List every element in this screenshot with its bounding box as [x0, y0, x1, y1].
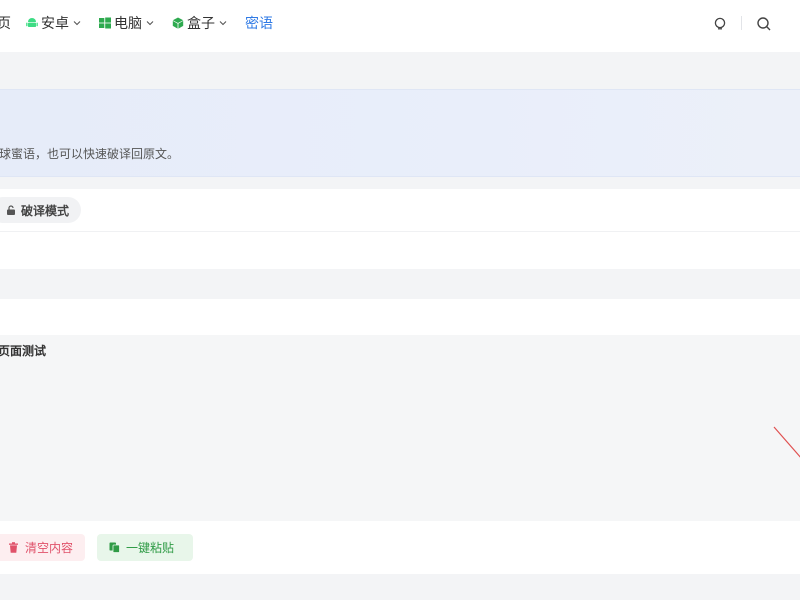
message-textarea[interactable]: 页面测试	[0, 335, 800, 521]
cube-icon	[172, 17, 184, 29]
divider	[0, 231, 800, 232]
clear-content-button[interactable]: 清空内容	[0, 534, 86, 561]
nav-android-label: 安卓	[41, 16, 69, 32]
android-icon	[26, 18, 38, 27]
paste-label: 一键粘贴	[126, 541, 175, 555]
intro-banner: 球蜜语，也可以快速破译回原文。	[0, 89, 800, 177]
paste-icon	[109, 542, 120, 553]
nav-pc-label: 电脑	[114, 16, 142, 32]
chevron-down-icon	[219, 21, 227, 26]
search-icon[interactable]	[756, 16, 772, 32]
nav-secret[interactable]: 密语	[245, 0, 273, 46]
banner-description: 球蜜语，也可以快速破译回原文。	[0, 147, 180, 161]
decode-mode-button[interactable]: 破译模式	[0, 197, 82, 223]
unlock-icon	[7, 205, 15, 215]
mode-selector: 破译模式	[0, 189, 800, 269]
chevron-down-icon	[146, 21, 154, 26]
bulb-icon[interactable]	[712, 16, 728, 32]
nav-box[interactable]: 盒子	[172, 0, 227, 46]
action-bar: 清空内容 一键粘贴	[0, 521, 800, 574]
nav-secret-label: 密语	[245, 16, 273, 32]
chevron-down-icon	[73, 21, 81, 26]
panel-header	[0, 299, 800, 335]
decode-mode-label: 破译模式	[21, 203, 70, 218]
nav-home-label: 页	[0, 16, 11, 32]
paste-button[interactable]: 一键粘贴	[97, 534, 193, 561]
windows-icon	[99, 17, 111, 29]
nav-android[interactable]: 安卓	[26, 0, 81, 46]
clear-content-label: 清空内容	[25, 541, 74, 555]
nav-home[interactable]: 页	[0, 0, 11, 46]
annotation-arrow	[773, 426, 800, 458]
trash-icon	[9, 542, 18, 553]
textarea-content: 页面测试	[0, 344, 47, 358]
nav-pc[interactable]: 电脑	[99, 0, 154, 46]
top-navbar: 页 安卓 电脑 盒子 密语	[0, 0, 800, 52]
nav-box-label: 盒子	[187, 16, 215, 32]
toolbar-divider	[741, 16, 742, 30]
